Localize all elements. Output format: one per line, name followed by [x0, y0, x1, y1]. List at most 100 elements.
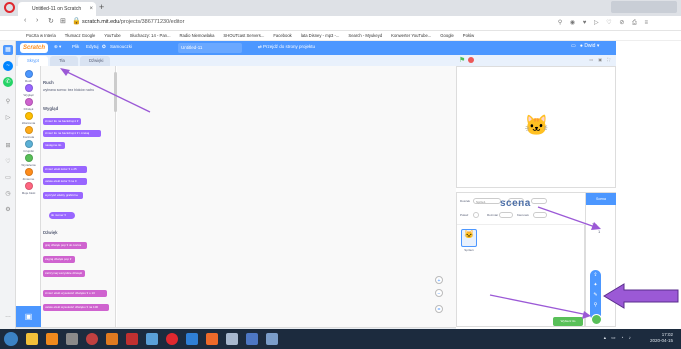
- zoom-reset-icon[interactable]: =: [435, 305, 443, 313]
- menu-file[interactable]: Plik: [72, 44, 79, 49]
- search-icon[interactable]: ⚲: [3, 97, 13, 107]
- see-project-page-link[interactable]: ⇄ Przejdź do strony projektu: [258, 44, 315, 50]
- tab-sounds[interactable]: Dźwięki: [80, 56, 110, 66]
- bookmark-item[interactable]: Połów: [463, 33, 474, 38]
- tutorials-icon[interactable]: ✪: [102, 44, 106, 50]
- block-change-sound-effect[interactable]: zmień efekt wysokość dźwięku ▾ o 10: [43, 290, 107, 297]
- whatsapp-icon[interactable]: ✆: [3, 77, 13, 87]
- add-extension-button[interactable]: ▣: [16, 306, 41, 327]
- app-icon-5[interactable]: [106, 333, 118, 345]
- history-icon[interactable]: ▭: [3, 173, 13, 183]
- zoom-out-icon[interactable]: −: [435, 289, 443, 297]
- system-tray-icons[interactable]: ▴ ▭ ◔ ♪: [604, 335, 633, 341]
- block-change-effect[interactable]: zmień efekt kolor ▾ o 25: [43, 166, 87, 173]
- back-icon[interactable]: ‹: [24, 17, 26, 24]
- speed-dial-icon[interactable]: ⊞: [60, 17, 66, 25]
- block-start-sound[interactable]: zagraj dźwięk pop ▾: [43, 256, 75, 263]
- close-tab-icon[interactable]: ×: [89, 2, 93, 16]
- app-icon-7[interactable]: [146, 333, 158, 345]
- category-ruch[interactable]: Ruch: [16, 70, 41, 83]
- block-clear-effects[interactable]: wyczyść efekty graficzne: [43, 192, 83, 199]
- app-icon-10[interactable]: [206, 333, 218, 345]
- scratch-cat-sprite[interactable]: 🐱: [524, 113, 549, 138]
- app-icon-3[interactable]: [66, 333, 78, 345]
- app-icon-11[interactable]: [226, 333, 238, 345]
- apps-icon[interactable]: ⊞: [3, 141, 13, 151]
- speed-dial-sidebar-icon[interactable]: ▦: [3, 45, 13, 55]
- language-globe-icon[interactable]: ⊕ ▾: [54, 44, 61, 50]
- category-dźwięk[interactable]: Dźwięk: [16, 98, 41, 111]
- tab-backdrops[interactable]: Tła: [50, 56, 78, 66]
- block-switch-backdrop-wait[interactable]: zmień tło na backdrop1 ▾ i czekaj: [43, 130, 101, 137]
- category-wygląd[interactable]: Wygląd: [16, 84, 41, 97]
- bookmark-item[interactable]: YouTube: [104, 33, 120, 38]
- category-wyrażenia[interactable]: Wyrażenia: [16, 154, 41, 167]
- bookmark-item[interactable]: Search - Myukeyd: [348, 33, 382, 38]
- scratch-logo[interactable]: Scratch: [20, 43, 48, 53]
- bookmark-item[interactable]: Facebook: [273, 33, 291, 38]
- sprite-thumbnail[interactable]: 🐱: [461, 229, 477, 247]
- vlc-icon[interactable]: [46, 333, 58, 345]
- app-icon-9[interactable]: [186, 333, 198, 345]
- gear-icon[interactable]: ⚙: [3, 205, 13, 215]
- url-input[interactable]: scratch.mit.edu/projects/386771230/edito…: [82, 19, 184, 25]
- y-input[interactable]: [531, 198, 547, 204]
- menu-edit[interactable]: Edytuj: [86, 44, 99, 49]
- opera-taskbar-icon[interactable]: [166, 333, 178, 345]
- block-set-sound-effect[interactable]: ustaw efekt wysokość dźwięku ▾ na 100: [43, 304, 109, 311]
- bookmark-item[interactable]: SHOUTcast Servers...: [223, 33, 264, 38]
- block-stop-all-sounds[interactable]: zatrzymaj wszystkie dźwięki: [43, 270, 85, 277]
- category-moje-bloki[interactable]: Moje bloki: [16, 182, 41, 195]
- clock[interactable]: 17:02 2020-04-15: [650, 332, 673, 344]
- app-icon-6[interactable]: [126, 333, 138, 345]
- clock-icon[interactable]: ◷: [3, 189, 13, 199]
- project-title-input[interactable]: Untitled-11: [178, 43, 242, 53]
- more-icon[interactable]: …: [3, 311, 13, 321]
- app-icon-12[interactable]: [246, 333, 258, 345]
- messenger-icon[interactable]: ~: [3, 61, 13, 71]
- start-button[interactable]: [4, 332, 18, 346]
- bookmark-item[interactable]: Konwerter YouTube...: [391, 33, 431, 38]
- new-tab-button[interactable]: +: [99, 2, 104, 12]
- app-icon-13[interactable]: [266, 333, 278, 345]
- green-flag-icon[interactable]: ⚑: [459, 56, 465, 64]
- stop-icon[interactable]: [468, 57, 474, 63]
- category-kontrola[interactable]: Kontrola: [16, 126, 41, 139]
- opera-logo-icon[interactable]: [4, 2, 15, 13]
- bookmark-item[interactable]: lata Disney - mp3 -...: [301, 33, 340, 38]
- bookmark-item[interactable]: Słuchaczy: 14 - Pan...: [130, 33, 171, 38]
- stage-size-icons[interactable]: ▭ ▣ ⛶: [589, 57, 612, 62]
- forward-icon[interactable]: ›: [36, 17, 38, 24]
- send-icon[interactable]: ▷: [3, 113, 13, 123]
- bookmark-item[interactable]: Google: [440, 33, 454, 38]
- app-icon-4[interactable]: [86, 333, 98, 345]
- tab-code[interactable]: Skrypt: [18, 56, 48, 66]
- code-workspace[interactable]: + − =: [117, 66, 456, 327]
- block-switch-backdrop[interactable]: zmień tło na backdrop1 ▾: [43, 118, 81, 125]
- window-controls[interactable]: [611, 1, 677, 13]
- block-backdrop-number[interactable]: tło numer ▾: [49, 212, 75, 219]
- show-toggle[interactable]: [473, 212, 479, 218]
- sprite-name-input[interactable]: Sprite1: [473, 198, 501, 204]
- bookmark-item[interactable]: Radio Niemowlaka: [180, 33, 215, 38]
- choose-backdrop-button[interactable]: [591, 314, 602, 325]
- choose-backdrop-menu[interactable]: ⇪ ✦ ✎ ⚲: [590, 270, 601, 320]
- category-zmienne[interactable]: Zmienne: [16, 168, 41, 181]
- size-input[interactable]: [499, 212, 513, 218]
- category-zdarzenia[interactable]: Zdarzenia: [16, 112, 41, 125]
- direction-input[interactable]: [533, 212, 547, 218]
- extension-icons[interactable]: ⚲ ◉ ♥ ▷ ♡ ⊘ ⎙ ≡: [558, 19, 651, 27]
- menu-tutorials[interactable]: Samouczki: [110, 44, 132, 49]
- reload-icon[interactable]: ↻: [48, 17, 54, 25]
- block-set-effect[interactable]: ustaw efekt kolor ▾ na 0: [43, 178, 87, 185]
- zoom-in-icon[interactable]: +: [435, 276, 443, 284]
- stage[interactable]: 🐱: [456, 66, 616, 188]
- block-play-sound-until-done[interactable]: graj dźwięk pop ▾ do końca: [43, 242, 87, 249]
- block-next-backdrop[interactable]: następne tło: [43, 142, 65, 149]
- explorer-icon[interactable]: [26, 333, 38, 345]
- browser-tab[interactable]: Untitled-11 on Scratch ×: [18, 2, 96, 16]
- bookmark-item[interactable]: Tłumacz Google: [65, 33, 96, 38]
- bookmark-item[interactable]: Poczta w Interia: [26, 33, 56, 38]
- category-czujniki[interactable]: Czujniki: [16, 140, 41, 153]
- account-menu[interactable]: ▭ ● Dwid ▾: [571, 43, 599, 49]
